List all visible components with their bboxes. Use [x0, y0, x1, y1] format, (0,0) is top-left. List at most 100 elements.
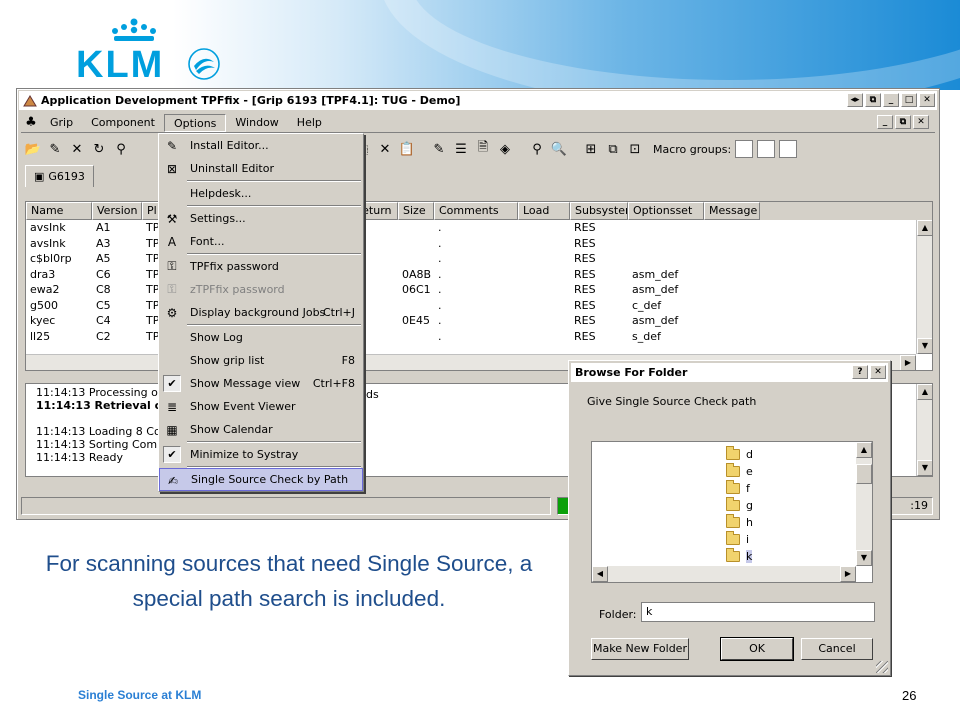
note-icon[interactable]: ✎ [429, 139, 449, 159]
restore-aux-button[interactable]: ◂▸ [847, 93, 863, 107]
compare-icon[interactable]: ⧉ [603, 139, 623, 159]
tree-horizontal-scrollbar[interactable]: ◀ ▶ [592, 566, 856, 582]
macro-slot-1[interactable] [735, 140, 754, 158]
tab-g6193[interactable]: ▣ G6193 [25, 165, 94, 187]
child-restore-button[interactable]: ⧉ [895, 115, 911, 129]
tree-vertical-scrollbar[interactable]: ▲ ▼ [856, 442, 872, 566]
menu-item-tpffix-password[interactable]: ⚿ TPFfix password [159, 255, 363, 278]
paste-icon[interactable]: 📋 [397, 139, 417, 159]
menu-item-show-log[interactable]: Show Log [159, 326, 363, 349]
table-cell: asm_def [632, 314, 679, 327]
menu-item-settings[interactable]: ⚒ Settings... [159, 207, 363, 230]
tree-scroll-up-button[interactable]: ▲ [856, 442, 872, 458]
menu-item-minimize-to-systray[interactable]: ✔ Minimize to Systray [159, 443, 363, 466]
maximize-button[interactable]: □ [901, 93, 917, 107]
table-cell [518, 329, 570, 345]
menu-item-display-background-jobs[interactable]: ⚙ Display background Jobs Ctrl+J [159, 301, 363, 324]
folder-icon [726, 513, 740, 528]
column-header[interactable]: Subsystem [570, 202, 628, 220]
log-vertical-scrollbar[interactable]: ▲ ▼ [916, 384, 932, 476]
scroll-up-button[interactable]: ▲ [917, 220, 932, 236]
tree-scroll-left-button[interactable]: ◀ [592, 566, 608, 582]
menu-item-uninstall-editor[interactable]: ⊠ Uninstall Editor [159, 157, 363, 180]
menu-grip[interactable]: Grip [41, 114, 82, 132]
edit-icon: ✎ [166, 138, 178, 153]
menu-item-show-grip-list[interactable]: Show grip list F8 [159, 349, 363, 372]
menu-item-show-message-view[interactable]: ✔ Show Message view Ctrl+F8 [159, 372, 363, 395]
menu-item-show-event-viewer[interactable]: ≣ Show Event Viewer [159, 395, 363, 418]
menu-item-ztpffix-password: ⚿ zTPFfix password [159, 278, 363, 301]
find-icon[interactable]: ⚲ [527, 139, 547, 159]
menu-item-label: Show Event Viewer [190, 400, 296, 413]
make-new-folder-button[interactable]: Make New Folder [591, 638, 689, 660]
log-scroll-up-button[interactable]: ▲ [917, 384, 932, 400]
column-header[interactable]: Version [92, 202, 142, 220]
menu-item-single-source-check-by-path[interactable]: ✍ Single Source Check by Path [159, 468, 363, 491]
binoculars-icon[interactable]: ⚲ [111, 139, 131, 159]
merge-icon[interactable]: ⊡ [625, 139, 645, 159]
column-header[interactable]: Size [398, 202, 434, 220]
ok-button[interactable]: OK [720, 637, 794, 661]
window-menu-button[interactable]: ⧉ [865, 93, 881, 107]
menu-item-show-calendar[interactable]: ▦ Show Calendar [159, 418, 363, 441]
tree-scroll-right-button[interactable]: ▶ [840, 566, 856, 582]
dialog-help-button[interactable]: ? [852, 365, 868, 379]
zoom-icon[interactable]: 🔍 [549, 139, 569, 159]
menu-component[interactable]: Component [82, 114, 164, 132]
scroll-down-button[interactable]: ▼ [917, 338, 932, 354]
column-header[interactable]: Name [26, 202, 92, 220]
child-close-button[interactable]: ✕ [913, 115, 929, 129]
document-icon[interactable]: 🗎 [473, 139, 493, 159]
list-vertical-scrollbar[interactable]: ▲ ▼ [916, 220, 932, 354]
crown-icon [112, 18, 156, 41]
scroll-right-button[interactable]: ▶ [900, 355, 916, 370]
menu-options[interactable]: Options [163, 113, 227, 132]
open-folder-icon[interactable]: 📂 [23, 139, 43, 159]
folder-node[interactable]: f [726, 479, 750, 496]
menu-item-install-editor[interactable]: ✎ Install Editor... [159, 134, 363, 157]
folder-node[interactable]: k [726, 547, 753, 564]
tree-scroll-thumb[interactable] [856, 464, 872, 484]
resize-grip[interactable] [876, 661, 888, 673]
dialog-titlebar[interactable]: Browse For Folder ? ✕ [571, 363, 888, 382]
macro-slot-3[interactable] [779, 140, 798, 158]
dialog-prompt: Give Single Source Check path [587, 395, 757, 408]
menu-item-helpdesk[interactable]: Helpdesk... [159, 182, 363, 205]
window-titlebar[interactable]: Application Development TPFfix - [Grip 6… [19, 91, 937, 110]
menu-help[interactable]: Help [288, 114, 331, 132]
folder-node[interactable]: d [726, 445, 753, 462]
folder-node[interactable]: g [726, 496, 753, 513]
cancel-button[interactable]: Cancel [801, 638, 873, 660]
refresh-icon[interactable]: ↻ [89, 139, 109, 159]
table-cell: 06C1 [402, 283, 431, 296]
delete-icon[interactable]: ✕ [67, 139, 87, 159]
tree-scroll-down-button[interactable]: ▼ [856, 550, 872, 566]
column-header[interactable]: Optionsset [628, 202, 704, 220]
tag-icon[interactable]: ◈ [495, 139, 515, 159]
menu-item-font[interactable]: A Font... [159, 230, 363, 253]
close-button[interactable]: ✕ [919, 93, 935, 107]
column-header[interactable]: Message [704, 202, 760, 220]
column-header[interactable]: Load [518, 202, 570, 220]
dialog-close-button[interactable]: ✕ [870, 365, 886, 379]
column-header[interactable]: Comments [434, 202, 518, 220]
folder-name: k [746, 549, 753, 563]
folder-node[interactable]: h [726, 513, 753, 530]
edit-icon[interactable]: ✎ [45, 139, 65, 159]
folder-node[interactable]: i [726, 530, 749, 547]
delete2-icon[interactable]: ✕ [375, 139, 395, 159]
stack-icon[interactable]: ⊞ [581, 139, 601, 159]
list-icon[interactable]: ☰ [451, 139, 471, 159]
menu-window[interactable]: Window [226, 114, 287, 132]
child-minimize-button[interactable]: _ [877, 115, 893, 129]
folder-node[interactable]: e [726, 462, 753, 479]
minimize-button[interactable]: _ [883, 93, 899, 107]
folder-tree: defghik ▲ ▼ ◀ ▶ [591, 441, 873, 583]
menu-item-shortcut: F8 [341, 354, 355, 367]
folder-name: h [746, 515, 753, 529]
folder-input[interactable]: k [641, 602, 875, 622]
app-menu-icon[interactable]: ♣ [21, 113, 41, 133]
macro-slot-2[interactable] [757, 140, 776, 158]
log-scroll-down-button[interactable]: ▼ [917, 460, 932, 476]
folder-icon [726, 547, 740, 562]
